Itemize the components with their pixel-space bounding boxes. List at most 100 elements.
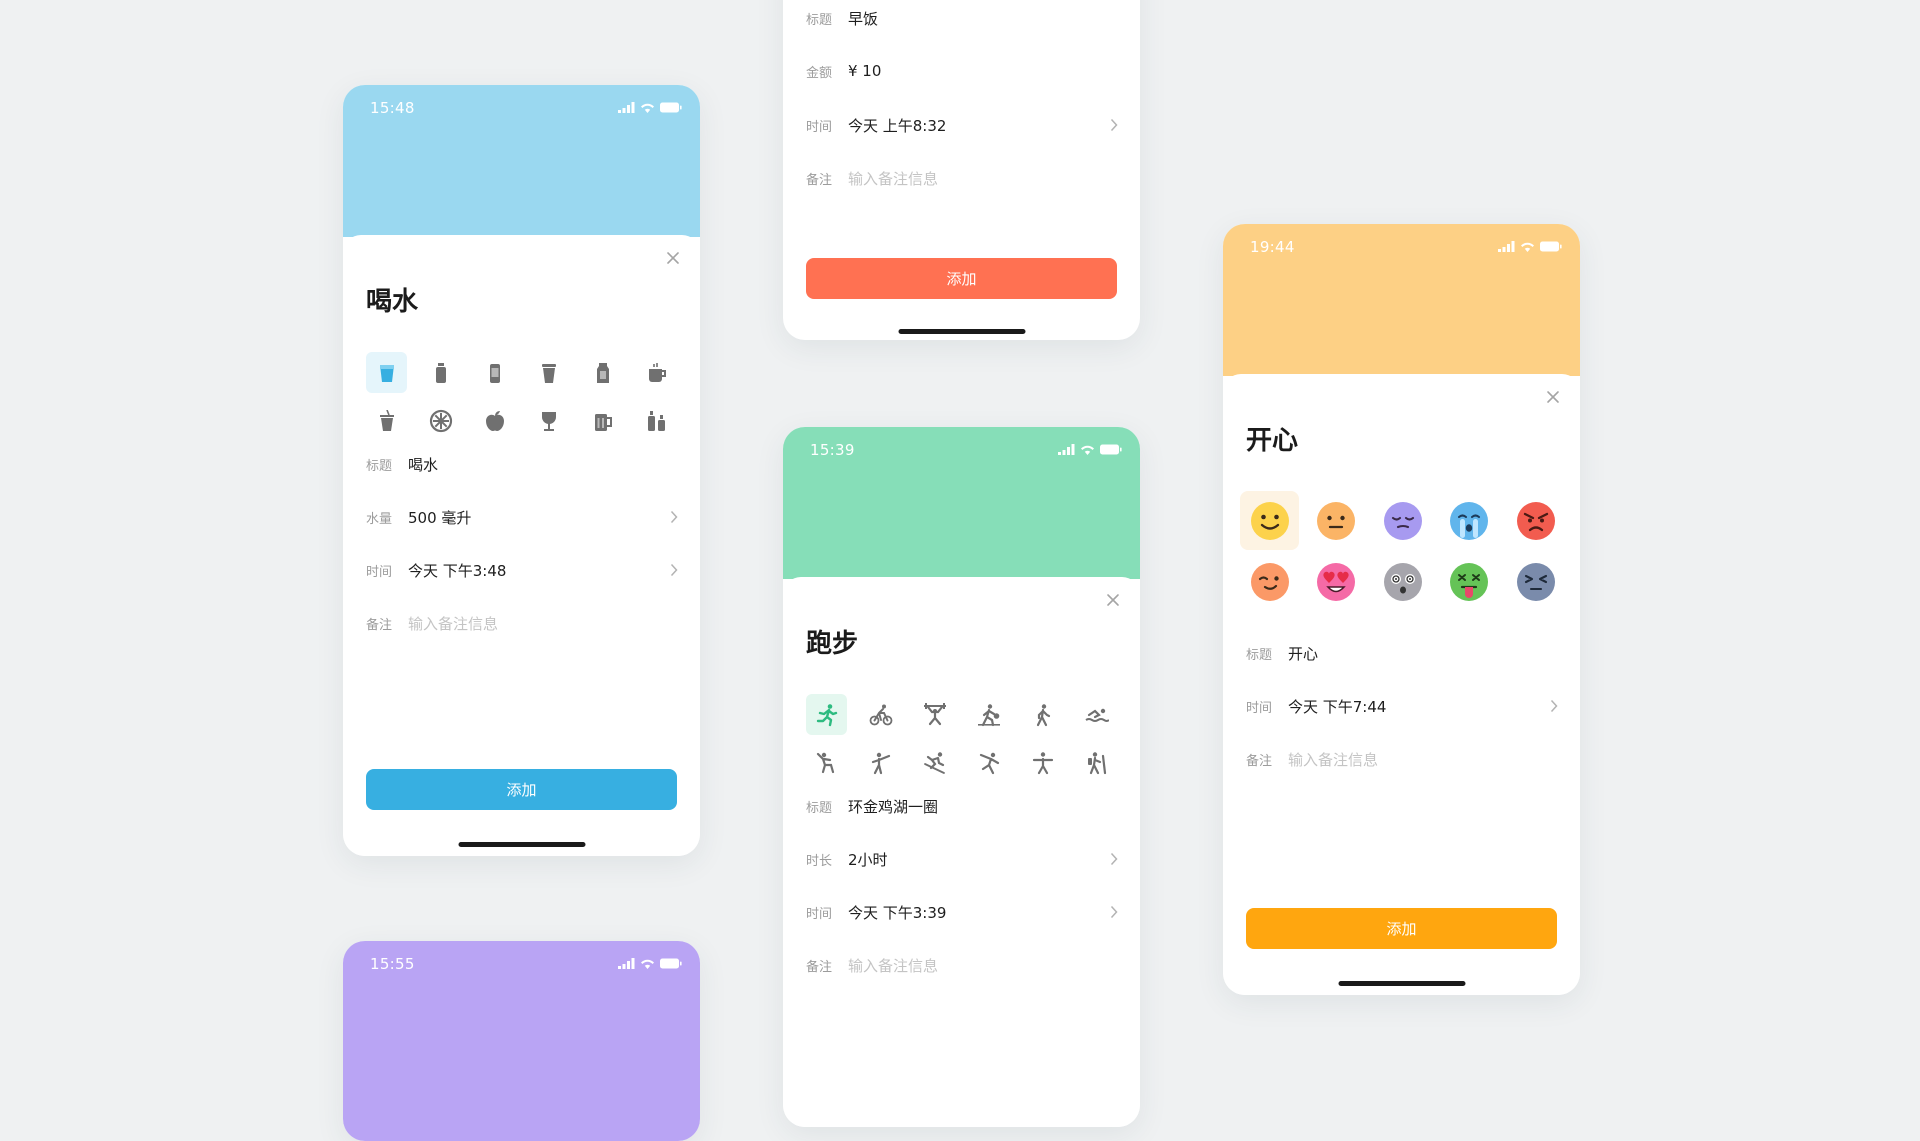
emoji-grid xyxy=(1240,491,1565,611)
swimming-icon[interactable] xyxy=(1077,694,1118,735)
title-value[interactable]: 喝水 xyxy=(408,454,678,475)
field-time-row[interactable]: 时间 今天 下午3:48 xyxy=(366,558,678,582)
bottle-icon[interactable] xyxy=(420,352,461,393)
field-label: 时间 xyxy=(806,906,833,922)
time-value: 今天 下午3:48 xyxy=(408,561,507,580)
field-title-row[interactable]: 标题 早饭 xyxy=(806,6,1118,30)
tired-face-icon[interactable] xyxy=(1506,552,1565,611)
yoga-icon[interactable] xyxy=(1023,742,1064,783)
wifi-icon xyxy=(641,959,654,969)
hiking-icon[interactable] xyxy=(1077,742,1118,783)
status-icons xyxy=(618,955,682,971)
field-label: 时长 xyxy=(806,853,833,869)
dancing-icon[interactable] xyxy=(969,742,1010,783)
milk-carton-icon[interactable] xyxy=(583,352,624,393)
note-input[interactable]: 输入备注信息 xyxy=(1288,749,1558,770)
status-time: 15:48 xyxy=(370,99,415,117)
drink-icon-grid xyxy=(366,352,682,441)
beer-mug-icon[interactable] xyxy=(583,400,624,441)
field-label: 备注 xyxy=(806,959,833,975)
walking-icon[interactable] xyxy=(1023,694,1064,735)
close-icon[interactable] xyxy=(1106,593,1120,607)
field-title-row[interactable]: 标题 环金鸡湖一圈 xyxy=(806,794,1118,818)
field-time-row[interactable]: 时间 今天 下午7:44 xyxy=(1246,694,1558,718)
duration-value: 2小时 xyxy=(848,850,888,869)
field-title-row[interactable]: 标题 喝水 xyxy=(366,452,678,476)
close-icon[interactable] xyxy=(666,251,680,265)
note-input[interactable]: 输入备注信息 xyxy=(848,168,1118,189)
chevron-right-icon xyxy=(670,510,678,524)
add-button[interactable]: 添加 xyxy=(1246,908,1557,949)
sheet-title: 喝水 xyxy=(366,287,419,317)
battery-icon xyxy=(1540,241,1562,251)
can-icon[interactable] xyxy=(474,352,515,393)
title-value[interactable]: 开心 xyxy=(1288,643,1558,664)
bottles-icon[interactable] xyxy=(637,400,678,441)
sheet-title: 开心 xyxy=(1246,426,1299,456)
field-label: 备注 xyxy=(806,172,833,188)
cup-icon[interactable] xyxy=(366,352,407,393)
skiing-icon[interactable] xyxy=(914,742,955,783)
sick-face-icon[interactable] xyxy=(1440,552,1499,611)
happy-face-icon[interactable] xyxy=(1240,491,1299,550)
bubble-tea-icon[interactable] xyxy=(366,400,407,441)
water-header: 15:48 xyxy=(343,85,700,237)
field-note-row[interactable]: 备注 输入备注信息 xyxy=(806,166,1118,190)
note-input[interactable]: 输入备注信息 xyxy=(408,613,678,634)
tea-cup-icon[interactable] xyxy=(637,352,678,393)
field-label: 水量 xyxy=(366,511,393,527)
apple-icon[interactable] xyxy=(474,400,515,441)
status-time: 19:44 xyxy=(1250,238,1295,256)
sleepy-face-icon[interactable] xyxy=(1373,491,1432,550)
chevron-right-icon xyxy=(1550,699,1558,713)
martial-arts-icon[interactable] xyxy=(860,742,901,783)
title-value[interactable]: 环金鸡湖一圈 xyxy=(848,796,1118,817)
wine-glass-icon[interactable] xyxy=(529,400,570,441)
add-mood-sheet: 开心 标题 开心 时间 今天 下午7:44 备注 输入备注信息 添加 xyxy=(1223,374,1580,995)
heart-eyes-face-icon[interactable] xyxy=(1307,552,1366,611)
amount-value[interactable]: ¥ 10 xyxy=(848,62,1118,80)
amount-value: 500 毫升 xyxy=(408,508,472,527)
field-note-row[interactable]: 备注 输入备注信息 xyxy=(806,953,1118,977)
field-note-row[interactable]: 备注 输入备注信息 xyxy=(1246,747,1558,771)
neutral-face-icon[interactable] xyxy=(1307,491,1366,550)
add-button[interactable]: 添加 xyxy=(366,769,677,810)
field-label: 时间 xyxy=(366,564,393,580)
battery-icon xyxy=(1100,444,1122,454)
climbing-icon[interactable] xyxy=(806,742,847,783)
winking-face-icon[interactable] xyxy=(1240,552,1299,611)
field-label: 备注 xyxy=(1246,753,1273,769)
cycling-icon[interactable] xyxy=(860,694,901,735)
wifi-icon xyxy=(1081,445,1094,455)
crying-face-icon[interactable] xyxy=(1440,491,1499,550)
field-title-row[interactable]: 标题 开心 xyxy=(1246,641,1558,665)
field-time-row[interactable]: 时间 今天 下午3:39 xyxy=(806,900,1118,924)
field-duration-row[interactable]: 时长 2小时 xyxy=(806,847,1118,871)
status-icons xyxy=(1058,441,1122,457)
time-value: 今天 下午7:44 xyxy=(1288,697,1387,716)
field-amount-row[interactable]: 水量 500 毫升 xyxy=(366,505,678,529)
note-input[interactable]: 输入备注信息 xyxy=(848,955,1118,976)
lemon-slice-icon[interactable] xyxy=(420,400,461,441)
running-icon[interactable] xyxy=(806,694,847,735)
battery-icon xyxy=(660,102,682,112)
field-note-row[interactable]: 备注 输入备注信息 xyxy=(366,611,678,635)
status-time: 15:55 xyxy=(370,955,415,973)
field-amount-row[interactable]: 金额 ¥ 10 xyxy=(806,59,1118,83)
water-screen: 15:48 喝水 标题 喝水 水量 500 毫升 时间 今天 下午3:48 备注… xyxy=(343,85,700,856)
status-icons xyxy=(1498,238,1562,254)
add-button[interactable]: 添加 xyxy=(806,258,1117,299)
signal-icon xyxy=(1498,240,1515,252)
time-value: 今天 下午3:39 xyxy=(848,903,947,922)
paper-cup-icon[interactable] xyxy=(529,352,570,393)
title-value[interactable]: 早饭 xyxy=(848,8,1118,29)
status-icons xyxy=(618,99,682,115)
weightlifting-icon[interactable] xyxy=(914,694,955,735)
basketball-icon[interactable] xyxy=(969,694,1010,735)
dizzy-face-icon[interactable] xyxy=(1373,552,1432,611)
close-icon[interactable] xyxy=(1546,390,1560,404)
angry-face-icon[interactable] xyxy=(1506,491,1565,550)
field-label: 金额 xyxy=(806,65,833,81)
field-label: 标题 xyxy=(1246,647,1273,663)
field-time-row[interactable]: 时间 今天 上午8:32 xyxy=(806,113,1118,137)
